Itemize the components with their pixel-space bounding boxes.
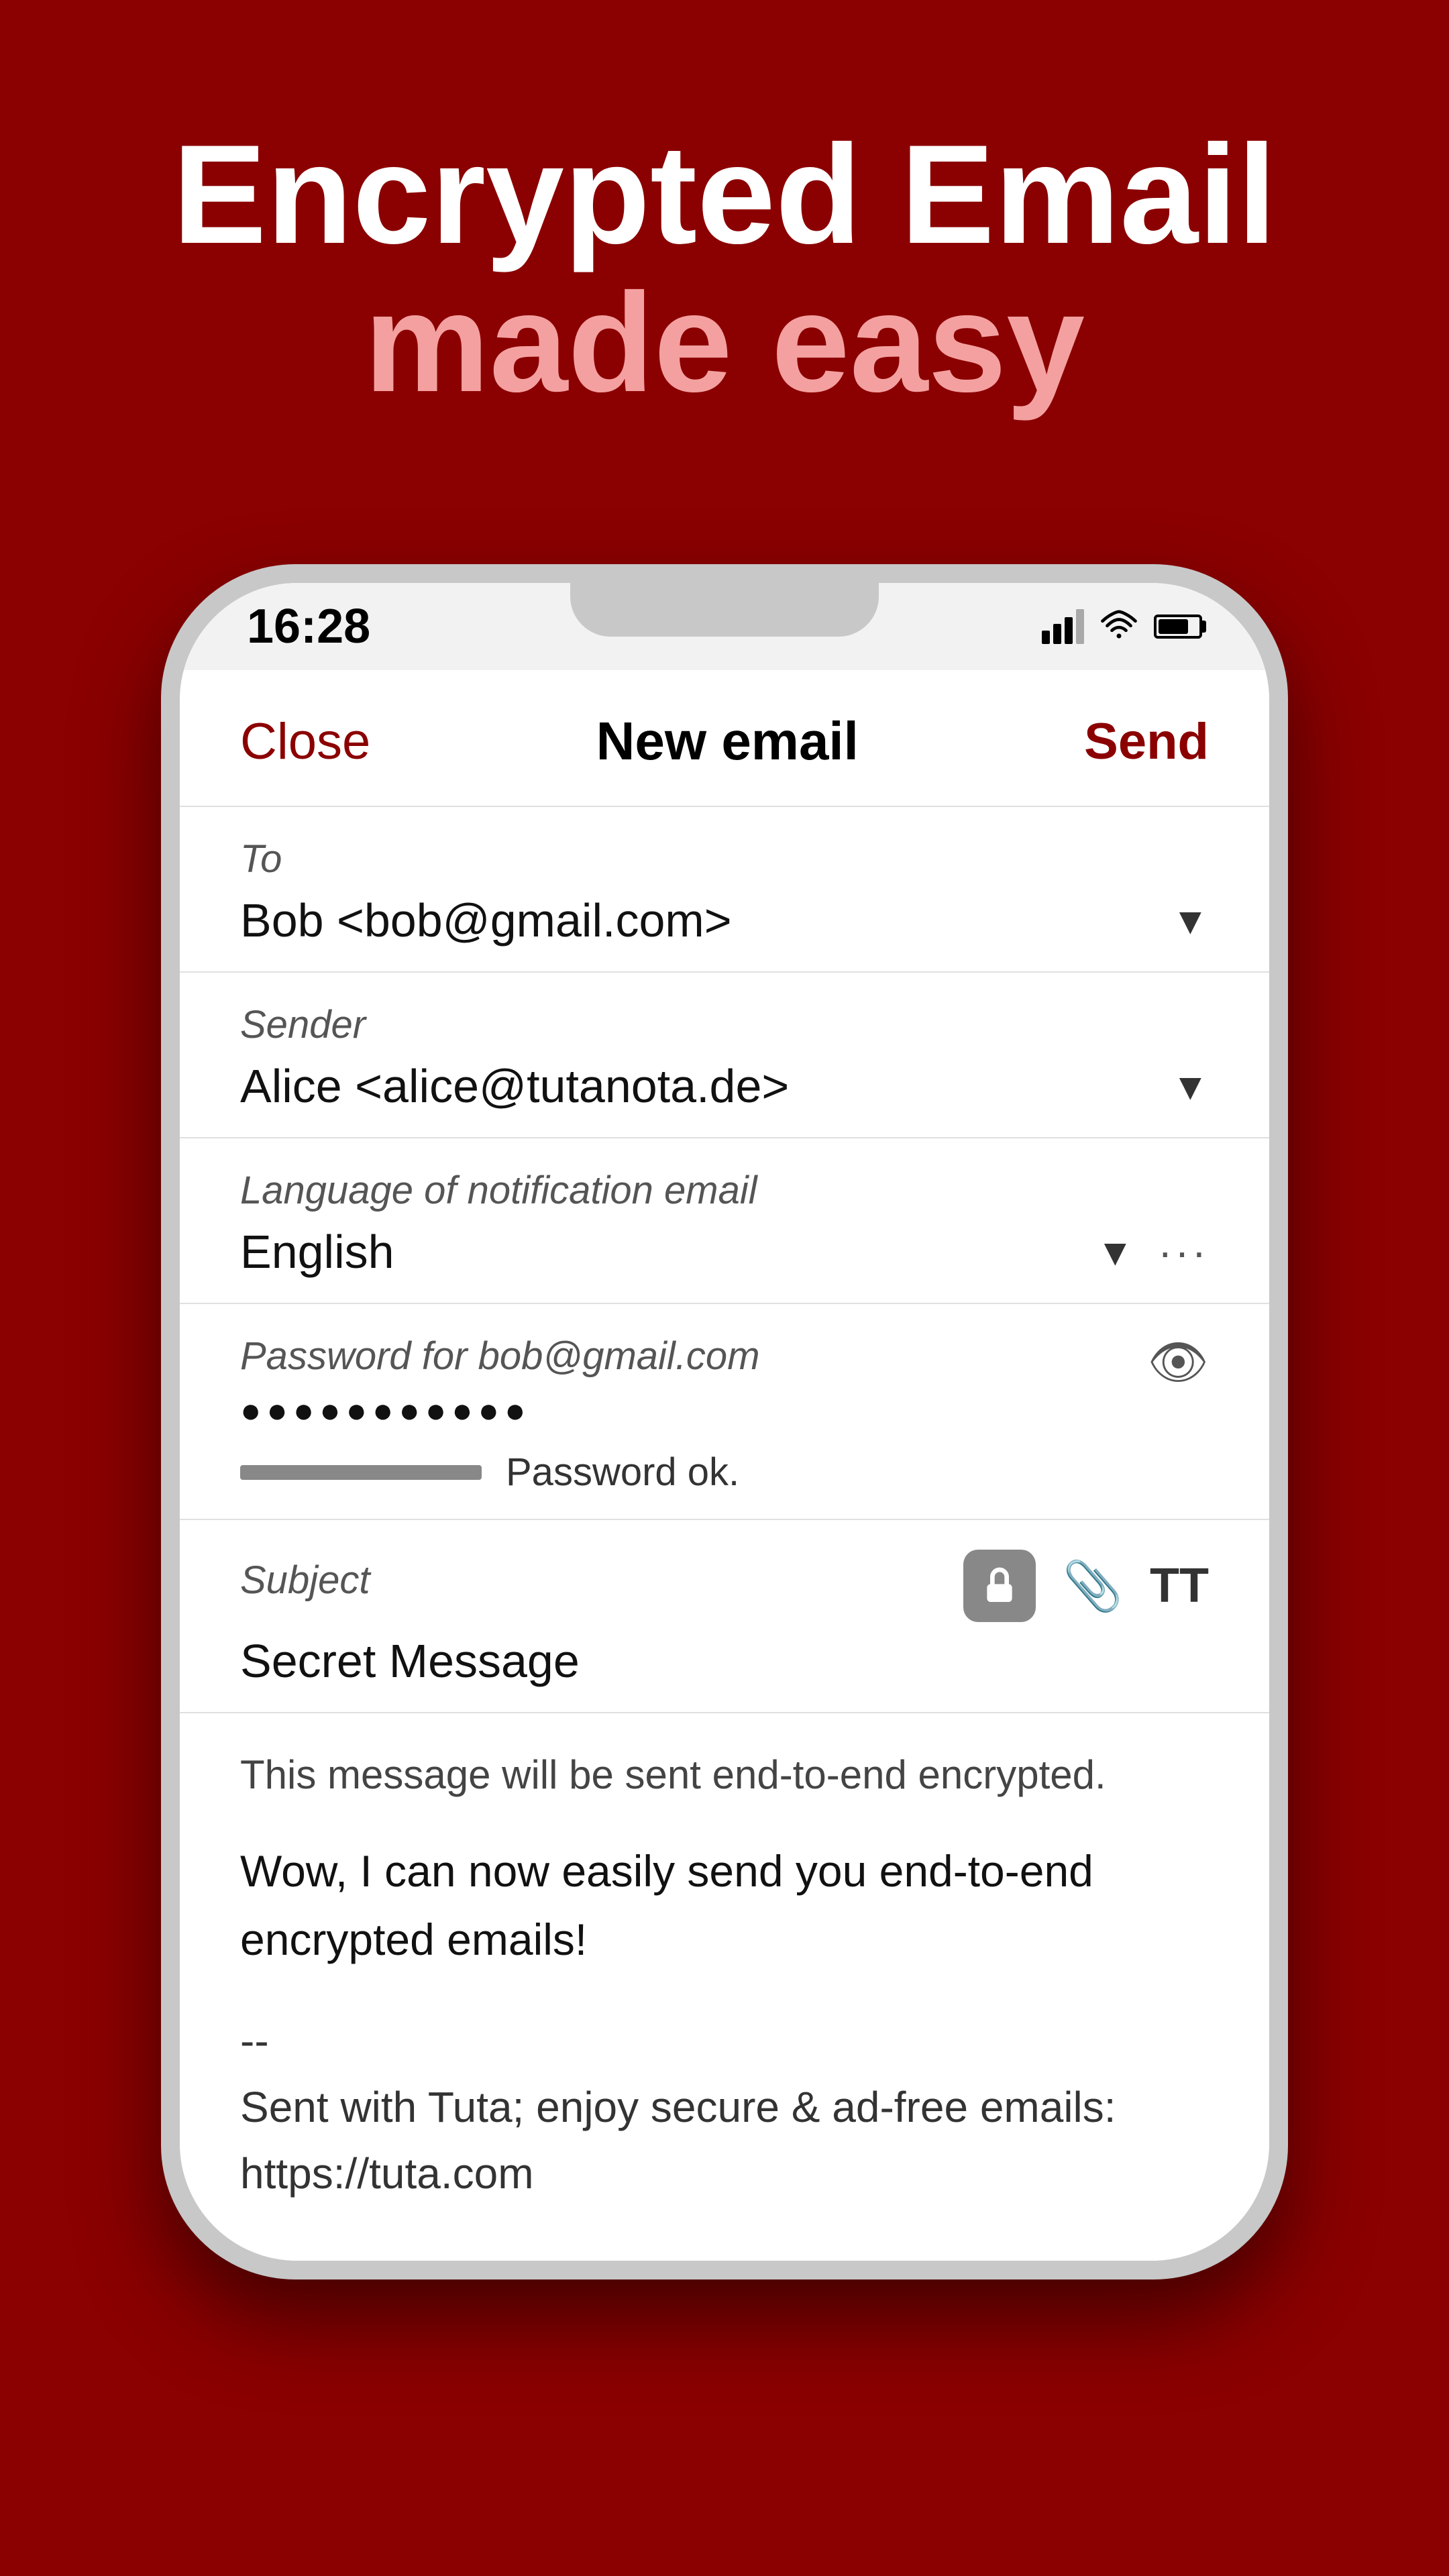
phone-mockup: 16:28 [161,564,1288,2279]
hero-title-line1: Encrypted Email [172,121,1277,269]
sender-label: Sender [240,1002,1209,1047]
sender-field: Sender Alice <alice@tutanota.de> ▼ [180,973,1269,1138]
status-bar: 16:28 [180,583,1269,670]
phone-screen: 16:28 [180,583,1269,2261]
to-field: To Bob <bob@gmail.com> ▼ [180,807,1269,973]
phone-outer-shell: 16:28 [161,564,1288,2279]
to-value: Bob <bob@gmail.com> [240,894,732,947]
compose-header: Close New email Send [180,670,1269,807]
password-label: Password for bob@gmail.com [240,1334,760,1379]
email-signature: -- Sent with Tuta; enjoy secure & ad-fre… [240,2008,1209,2208]
password-strength-row: Password ok. [240,1450,1209,1495]
sender-value-row[interactable]: Alice <alice@tutanota.de> ▼ [240,1059,1209,1113]
subject-label: Subject [240,1558,370,1603]
chevron-down-icon: ▼ [1172,899,1209,943]
language-value: English [240,1225,394,1279]
send-button[interactable]: Send [1084,712,1209,771]
text-format-icon[interactable]: TT [1150,1558,1209,1613]
close-button[interactable]: Close [240,712,370,771]
more-options-icon[interactable]: ··· [1158,1227,1209,1277]
email-compose-form: Close New email Send To Bob <bob@gmail.c… [180,670,1269,2261]
language-label: Language of notification email [240,1168,1209,1213]
subject-field: Subject 📎 TT Secret Me [180,1520,1269,1713]
password-visibility-icon[interactable]: 👁 [1148,1334,1209,1391]
password-field: Password for bob@gmail.com 👁 ●●●●●●●●●●●… [180,1304,1269,1520]
status-icons [1042,608,1202,645]
battery-icon [1154,614,1202,639]
strength-bar [240,1465,482,1480]
subject-icons: 📎 TT [963,1550,1209,1622]
subject-header: Subject 📎 TT [240,1550,1209,1622]
password-dots: ●●●●●●●●●●● [240,1391,1209,1431]
chevron-down-icon: ▼ [1097,1230,1134,1274]
encryption-notice: This message will be sent end-to-end enc… [240,1747,1209,1803]
signal-icon [1042,609,1084,644]
wifi-icon [1100,608,1138,645]
status-time: 16:28 [247,599,370,654]
compose-title: New email [596,710,859,772]
signature-line2: Sent with Tuta; enjoy secure & ad-free e… [240,2074,1209,2141]
signature-line3: https://tuta.com [240,2141,1209,2207]
language-value-row[interactable]: English ▼ ··· [240,1225,1209,1279]
compose-body: This message will be sent end-to-end enc… [180,1713,1269,2261]
to-label: To [240,837,1209,881]
language-field: Language of notification email English ▼… [180,1138,1269,1304]
hero-section: Encrypted Email made easy [105,121,1344,417]
email-body[interactable]: Wow, I can now easily send you end-to-en… [240,1837,1209,1974]
notch [570,583,879,637]
to-value-row[interactable]: Bob <bob@gmail.com> ▼ [240,894,1209,947]
lock-icon [978,1564,1021,1607]
signature-line1: -- [240,2008,1209,2074]
subject-value: Secret Message [240,1635,580,1687]
chevron-down-icon: ▼ [1172,1065,1209,1108]
language-actions: ▼ ··· [1097,1227,1209,1277]
password-status: Password ok. [506,1450,739,1495]
attach-icon[interactable]: 📎 [1063,1558,1123,1615]
sender-value: Alice <alice@tutanota.de> [240,1059,789,1113]
password-header-row: Password for bob@gmail.com 👁 [240,1334,1209,1391]
hero-title-line2: made easy [172,269,1277,417]
encryption-lock-button[interactable] [963,1550,1036,1622]
